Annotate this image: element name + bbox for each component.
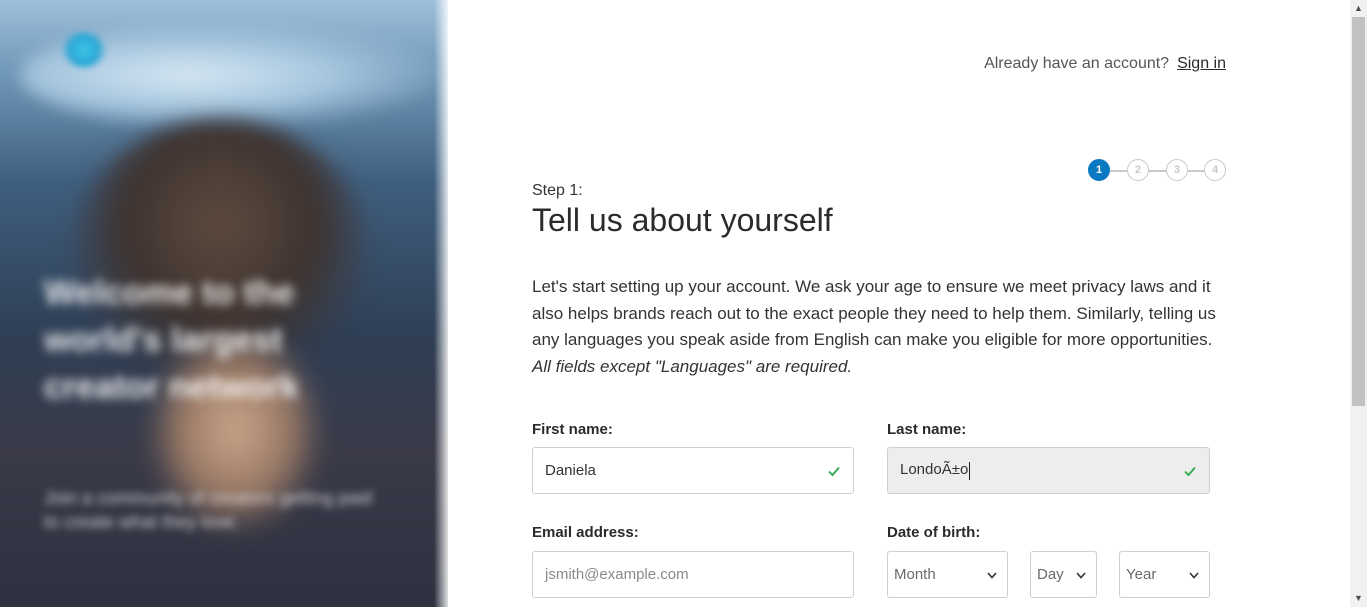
scrollbar-thumb[interactable]: [1352, 17, 1365, 406]
dob-label: Date of birth:: [887, 524, 981, 541]
dob-day-value: Day: [1037, 566, 1064, 583]
hero-edge-fade: [434, 0, 448, 607]
intro-paragraph: Let's start setting up your account. We …: [532, 274, 1232, 380]
hero-subline: Join a community of creators getting pai…: [44, 488, 373, 532]
hero-headline: Welcome to the world's largest creator n…: [44, 274, 300, 406]
stepper-connector: [1149, 170, 1166, 172]
scroll-down-arrow-icon[interactable]: ▼: [1350, 590, 1367, 607]
first-name-label: First name:: [532, 421, 613, 438]
email-placeholder: jsmith@example.com: [545, 566, 689, 583]
stepper-connector: [1188, 170, 1205, 172]
hero-image-panel: Welcome to the world's largest creator n…: [0, 0, 448, 607]
stepper-connector: [1110, 170, 1127, 172]
chevron-down-icon: [987, 568, 997, 582]
email-field[interactable]: jsmith@example.com: [532, 551, 854, 598]
account-prompt-text: Already have an account?: [984, 55, 1170, 72]
scroll-up-arrow-icon[interactable]: ▲: [1350, 0, 1367, 17]
check-icon: [1183, 464, 1197, 478]
vertical-scrollbar[interactable]: ▲ ▼: [1350, 0, 1367, 607]
step-indicator-1: 1: [1088, 159, 1110, 181]
first-name-value: Daniela: [545, 462, 596, 479]
step-indicator-4: 4: [1204, 159, 1226, 181]
step-indicator-3: 3: [1166, 159, 1188, 181]
email-label: Email address:: [532, 524, 639, 541]
chevron-down-icon: [1076, 568, 1086, 582]
last-name-value: LondoÃ±o: [900, 461, 969, 479]
page-title: Tell us about yourself: [532, 202, 833, 238]
intro-text: Let's start setting up your account. We …: [532, 277, 1216, 349]
step-indicator-2: 2: [1127, 159, 1149, 181]
first-name-field[interactable]: Daniela: [532, 447, 854, 494]
last-name-label: Last name:: [887, 421, 967, 438]
progress-stepper: 1 2 3 4: [1088, 159, 1226, 181]
dob-year-value: Year: [1126, 566, 1157, 583]
dob-month-select[interactable]: Month: [887, 551, 1008, 598]
chevron-down-icon: [1189, 568, 1199, 582]
dob-year-select[interactable]: Year: [1119, 551, 1210, 598]
last-name-field[interactable]: LondoÃ±o: [887, 447, 1210, 494]
step-label: Step 1:: [532, 182, 583, 199]
required-note: All fields except "Languages" are requir…: [532, 356, 853, 376]
dob-month-value: Month: [894, 566, 936, 583]
account-prompt: Already have an account? Sign in: [984, 55, 1226, 73]
check-icon: [827, 464, 841, 478]
last-name-value-wrap: LondoÃ±o: [900, 461, 1183, 480]
dob-day-select[interactable]: Day: [1030, 551, 1097, 598]
text-caret: [969, 461, 971, 480]
brand-logo-icon: [62, 32, 106, 68]
sign-in-link[interactable]: Sign in: [1177, 55, 1226, 72]
